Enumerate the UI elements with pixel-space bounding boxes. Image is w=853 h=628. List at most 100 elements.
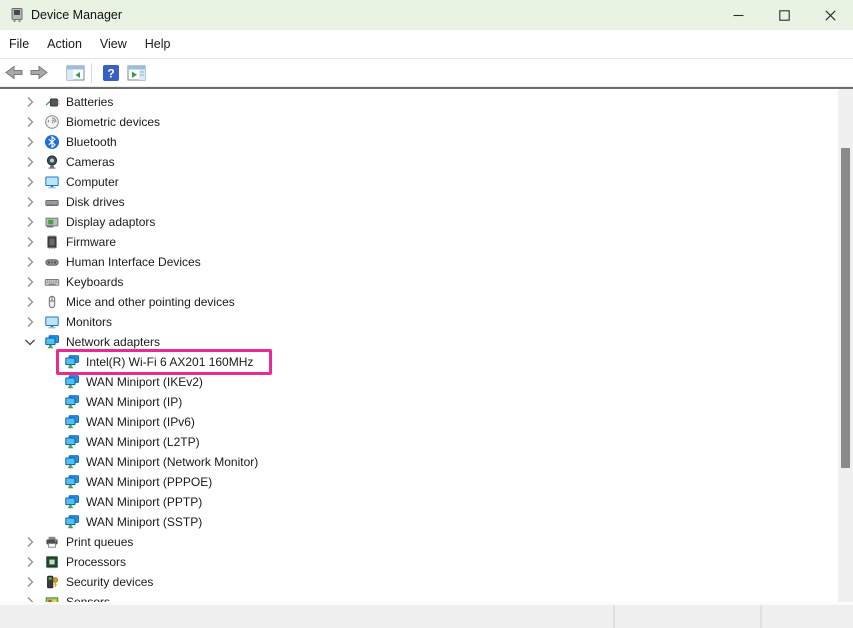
monitor-icon <box>44 314 60 330</box>
console-tree-icon <box>66 65 85 81</box>
processor-icon <box>44 554 60 570</box>
chevron-right-icon[interactable] <box>22 174 38 190</box>
network-adapter-icon <box>64 434 80 450</box>
tree-item-wan-miniport-sstp[interactable]: WAN Miniport (SSTP) <box>0 512 838 532</box>
tree-item-wan-miniport-ip[interactable]: WAN Miniport (IP) <box>0 392 838 412</box>
window-title: Device Manager <box>31 8 122 22</box>
chevron-right-icon[interactable] <box>22 274 38 290</box>
tree-item-network-adapters[interactable]: Network adapters <box>0 332 838 352</box>
menubar: File Action View Help <box>0 30 853 59</box>
chevron-right-icon[interactable] <box>22 214 38 230</box>
show-console-tree-button[interactable] <box>64 62 86 84</box>
chevron-right-icon[interactable] <box>22 574 38 590</box>
tree-item-wan-miniport-ipv6[interactable]: WAN Miniport (IPv6) <box>0 412 838 432</box>
tree-item-wan-miniport-l2tp[interactable]: WAN Miniport (L2TP) <box>0 432 838 452</box>
menu-file[interactable]: File <box>0 31 38 58</box>
menu-help[interactable]: Help <box>136 31 180 58</box>
scrollbar-thumb[interactable] <box>841 148 850 468</box>
tree-item-label: Computer <box>66 175 119 189</box>
tree-item-biometric-devices[interactable]: Biometric devices <box>0 112 838 132</box>
indent-spacer <box>42 354 58 370</box>
network-adapter-icon <box>64 474 80 490</box>
tree-item-intel-r-wi-fi-6-ax201-160mhz[interactable]: Intel(R) Wi-Fi 6 AX201 160MHz <box>0 352 838 372</box>
tree-item-label: WAN Miniport (Network Monitor) <box>86 455 258 469</box>
printer-icon <box>44 534 60 550</box>
firmware-chip-icon <box>44 234 60 250</box>
chevron-down-icon[interactable] <box>22 334 38 350</box>
sensor-icon <box>44 594 60 602</box>
tree-item-label: Cameras <box>66 155 115 169</box>
tree-item-processors[interactable]: Processors <box>0 552 838 572</box>
tree-item-label: Network adapters <box>66 335 160 349</box>
back-button[interactable] <box>3 62 25 84</box>
forward-button[interactable] <box>28 62 50 84</box>
chevron-right-icon[interactable] <box>22 314 38 330</box>
fingerprint-icon <box>44 114 60 130</box>
menu-action[interactable]: Action <box>38 31 91 58</box>
tree-item-mice-and-other-pointing-devices[interactable]: Mice and other pointing devices <box>0 292 838 312</box>
computer-icon <box>44 174 60 190</box>
bluetooth-icon <box>44 134 60 150</box>
tree-item-security-devices[interactable]: Security devices <box>0 572 838 592</box>
chevron-right-icon[interactable] <box>22 134 38 150</box>
chevron-right-icon[interactable] <box>22 254 38 270</box>
tree-item-wan-miniport-network-monitor[interactable]: WAN Miniport (Network Monitor) <box>0 452 838 472</box>
network-adapter-icon <box>44 334 60 350</box>
chevron-right-icon[interactable] <box>22 594 38 602</box>
battery-icon <box>44 94 60 110</box>
tree-item-print-queues[interactable]: Print queues <box>0 532 838 552</box>
tree-item-label: Bluetooth <box>66 135 117 149</box>
tree-item-bluetooth[interactable]: Bluetooth <box>0 132 838 152</box>
tree-item-cameras[interactable]: Cameras <box>0 152 838 172</box>
help-button[interactable]: ? <box>100 62 122 84</box>
footer-strip <box>0 602 853 628</box>
indent-spacer <box>42 394 58 410</box>
chevron-right-icon[interactable] <box>22 554 38 570</box>
menu-view[interactable]: View <box>91 31 136 58</box>
chevron-right-icon[interactable] <box>22 534 38 550</box>
chevron-right-icon[interactable] <box>22 294 38 310</box>
chevron-right-icon[interactable] <box>22 234 38 250</box>
network-adapter-icon <box>64 414 80 430</box>
indent-spacer <box>42 434 58 450</box>
tree-item-display-adaptors[interactable]: Display adaptors <box>0 212 838 232</box>
tree-item-computer[interactable]: Computer <box>0 172 838 192</box>
tree-item-wan-miniport-ikev2[interactable]: WAN Miniport (IKEv2) <box>0 372 838 392</box>
footer-divider <box>760 605 762 628</box>
mouse-icon <box>44 294 60 310</box>
tree-item-label: Human Interface Devices <box>66 255 201 269</box>
tree-item-disk-drives[interactable]: Disk drives <box>0 192 838 212</box>
minimize-button[interactable] <box>715 0 761 30</box>
content-area: BatteriesBiometric devices Bluetooth Camer… <box>0 89 853 602</box>
close-button[interactable] <box>807 0 853 30</box>
vertical-scrollbar[interactable] <box>838 89 853 602</box>
device-tree: BatteriesBiometric devices Bluetooth Camer… <box>0 89 838 602</box>
tree-item-label: Mice and other pointing devices <box>66 295 235 309</box>
tree-item-keyboards[interactable]: Keyboards <box>0 272 838 292</box>
network-adapter-icon <box>64 454 80 470</box>
gamepad-icon <box>44 254 60 270</box>
titlebar: Device Manager <box>0 0 853 30</box>
tree-item-monitors[interactable]: Monitors <box>0 312 838 332</box>
network-adapter-icon <box>64 494 80 510</box>
indent-spacer <box>42 414 58 430</box>
tree-item-wan-miniport-pppoe[interactable]: WAN Miniport (PPPOE) <box>0 472 838 492</box>
network-adapter-icon <box>64 354 80 370</box>
chevron-right-icon[interactable] <box>22 194 38 210</box>
tree-item-firmware[interactable]: Firmware <box>0 232 838 252</box>
network-adapter-icon <box>64 394 80 410</box>
chevron-right-icon[interactable] <box>22 114 38 130</box>
tree-item-wan-miniport-pptp[interactable]: WAN Miniport (PPTP) <box>0 492 838 512</box>
tree-item-human-interface-devices[interactable]: Human Interface Devices <box>0 252 838 272</box>
chevron-right-icon[interactable] <box>22 94 38 110</box>
help-icon: ? <box>102 64 120 82</box>
chevron-right-icon[interactable] <box>22 154 38 170</box>
tree-item-sensors[interactable]: Sensors <box>0 592 838 602</box>
minimize-icon <box>733 10 744 21</box>
show-action-pane-button[interactable] <box>125 62 147 84</box>
tree-item-label: Disk drives <box>66 195 125 209</box>
maximize-button[interactable] <box>761 0 807 30</box>
tree-item-batteries[interactable]: Batteries <box>0 92 838 112</box>
tree-item-label: Print queues <box>66 535 133 549</box>
tree-item-label: WAN Miniport (SSTP) <box>86 515 202 529</box>
